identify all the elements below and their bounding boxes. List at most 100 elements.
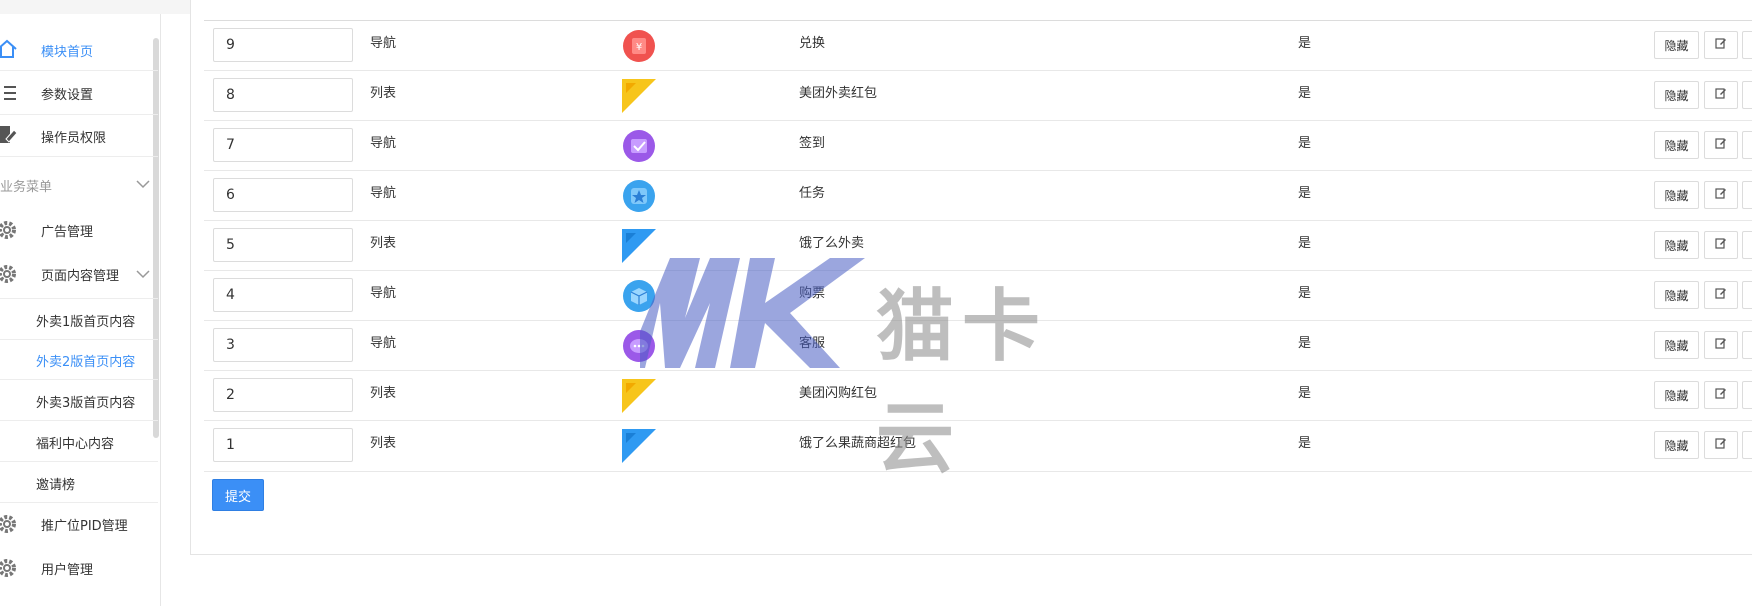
table-row: 导航 签到 是 隐藏: [204, 120, 1752, 171]
hide-button[interactable]: 隐藏: [1654, 31, 1699, 59]
edit-button[interactable]: [1704, 81, 1738, 109]
type-cell: 导航: [370, 286, 397, 301]
edit-button[interactable]: [1704, 181, 1738, 209]
sidebar-item-label: 模块首页: [41, 45, 94, 60]
sidebar-subitem-waimai-v1[interactable]: 外卖1版首页内容: [0, 298, 158, 340]
hide-button[interactable]: 隐藏: [1654, 81, 1699, 109]
edit-button[interactable]: [1704, 331, 1738, 359]
sidebar-item-module-home[interactable]: 模块首页: [0, 28, 158, 71]
type-cell: 导航: [370, 336, 397, 351]
more-button[interactable]: [1742, 31, 1752, 59]
chevron-down-icon: [136, 268, 150, 282]
sidebar-item-label: 外卖3版首页内容: [36, 396, 136, 411]
show-cell: 是: [1298, 86, 1312, 101]
type-cell: 导航: [370, 136, 397, 151]
sidebar-item-params[interactable]: 参数设置: [0, 71, 158, 115]
sidebar-item-label: 广告管理: [41, 225, 94, 240]
sort-input[interactable]: [213, 428, 353, 462]
edit-button[interactable]: [1704, 31, 1738, 59]
name-cell: 美团外卖红包: [799, 86, 878, 101]
name-cell: 签到: [799, 136, 826, 151]
sidebar-subitem-welfare-center[interactable]: 福利中心内容: [0, 421, 158, 462]
sort-input[interactable]: [213, 128, 353, 162]
more-button[interactable]: [1742, 131, 1752, 159]
show-cell: 是: [1298, 386, 1312, 401]
sort-input[interactable]: [213, 78, 353, 112]
more-button[interactable]: [1742, 81, 1752, 109]
sidebar-item-label: 外卖2版首页内容: [36, 355, 136, 370]
show-cell: 是: [1298, 336, 1312, 351]
sidebar-subitem-waimai-v3[interactable]: 外卖3版首页内容: [0, 380, 158, 421]
hide-button[interactable]: 隐藏: [1654, 381, 1699, 409]
show-cell: 是: [1298, 136, 1312, 151]
sidebar-item-user-management[interactable]: 用户管理: [0, 548, 158, 588]
list-settings-icon: [0, 82, 18, 104]
sidebar-item-ad-management[interactable]: 广告管理: [0, 210, 158, 250]
edit-button[interactable]: [1704, 431, 1738, 459]
hide-button[interactable]: 隐藏: [1654, 181, 1699, 209]
type-cell: 列表: [370, 386, 397, 401]
meituan-corner-icon: [622, 79, 656, 113]
type-cell: 列表: [370, 436, 397, 451]
hide-button[interactable]: 隐藏: [1654, 281, 1699, 309]
name-cell: 购票: [799, 286, 826, 301]
eleme-corner-icon: [622, 229, 656, 263]
edit-button[interactable]: [1704, 231, 1738, 259]
sidebar-item-label: 邀请榜: [36, 478, 76, 493]
more-button[interactable]: [1742, 381, 1752, 409]
gear-icon: [0, 219, 18, 241]
sort-input[interactable]: [213, 278, 353, 312]
edit-button[interactable]: [1704, 281, 1738, 309]
sidebar-item-pid-management[interactable]: 推广位PID管理: [0, 504, 158, 544]
sidebar-item-label: 外卖1版首页内容: [36, 315, 136, 330]
hide-button[interactable]: 隐藏: [1654, 431, 1699, 459]
type-cell: 列表: [370, 236, 397, 251]
home-icon: [0, 38, 18, 60]
show-cell: 是: [1298, 36, 1312, 51]
sidebar-subitem-invite-rank[interactable]: 邀请榜: [0, 462, 158, 503]
sidebar-item-label: 推广位PID管理: [41, 519, 128, 534]
sort-input[interactable]: [213, 178, 353, 212]
chat-purple-icon: [622, 329, 656, 363]
edit-icon: [1715, 137, 1727, 153]
more-button[interactable]: [1742, 181, 1752, 209]
name-cell: 饿了么外卖: [799, 236, 865, 251]
hide-button[interactable]: 隐藏: [1654, 231, 1699, 259]
sidebar-item-label: 参数设置: [41, 88, 94, 103]
edit-icon: [1715, 287, 1727, 303]
table-row: 导航 客服 是 隐藏: [204, 320, 1752, 371]
sort-input[interactable]: [213, 328, 353, 362]
sort-input[interactable]: [213, 228, 353, 262]
more-button[interactable]: [1742, 281, 1752, 309]
sidebar-item-label: 福利中心内容: [36, 437, 115, 452]
sidebar-group-business-menu[interactable]: 业务菜单: [0, 166, 158, 202]
more-button[interactable]: [1742, 231, 1752, 259]
sidebar-subitem-waimai-v2[interactable]: 外卖2版首页内容: [0, 339, 158, 380]
name-cell: 客服: [799, 336, 826, 351]
sidebar-item-page-content[interactable]: 页面内容管理: [0, 254, 158, 294]
name-cell: 美团闪购红包: [799, 386, 878, 401]
name-cell: 任务: [799, 186, 826, 201]
type-cell: 列表: [370, 86, 397, 101]
coupon-red-icon: ¥: [622, 29, 656, 63]
hide-button[interactable]: 隐藏: [1654, 131, 1699, 159]
cube-blue-icon: [622, 279, 656, 313]
gear-icon: [0, 513, 18, 535]
hide-button[interactable]: 隐藏: [1654, 331, 1699, 359]
edit-button[interactable]: [1704, 381, 1738, 409]
type-cell: 导航: [370, 186, 397, 201]
gear-icon: [0, 263, 18, 285]
sort-input[interactable]: [213, 28, 353, 62]
more-button[interactable]: [1742, 431, 1752, 459]
sort-input[interactable]: [213, 378, 353, 412]
table-row: 列表 饿了么外卖 是 隐藏: [204, 220, 1752, 271]
edit-button[interactable]: [1704, 131, 1738, 159]
sidebar-item-operator-permissions[interactable]: 操作员权限: [0, 115, 158, 157]
table-row: 列表 美团外卖红包 是 隐藏: [204, 70, 1752, 121]
sidebar-item-label: 页面内容管理: [41, 269, 120, 284]
show-cell: 是: [1298, 236, 1312, 251]
edit-document-icon: [0, 124, 18, 146]
submit-button[interactable]: 提交: [212, 479, 264, 511]
edit-icon: [1715, 437, 1727, 453]
more-button[interactable]: [1742, 331, 1752, 359]
